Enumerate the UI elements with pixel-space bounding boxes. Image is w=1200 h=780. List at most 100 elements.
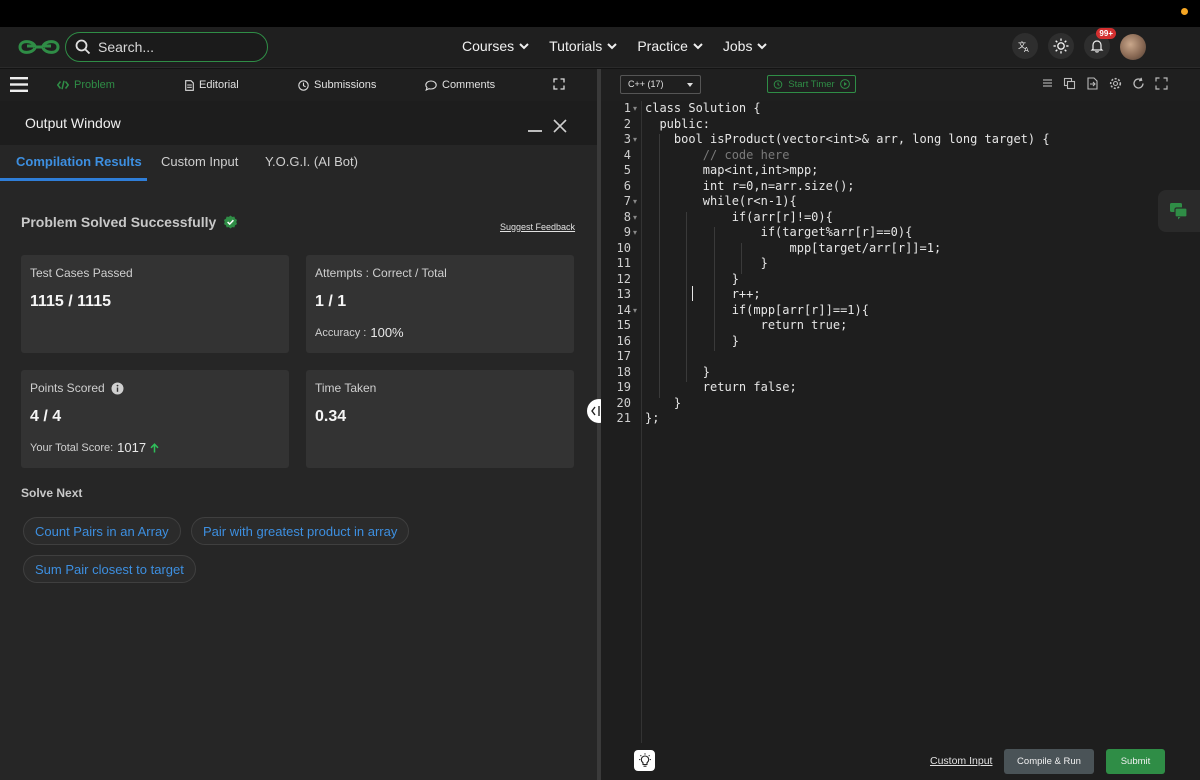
active-tab-indicator (0, 178, 147, 181)
compile-run-button[interactable]: Compile & Run (1004, 749, 1094, 774)
notifications-button[interactable]: 99+ (1084, 28, 1116, 59)
close-icon[interactable] (553, 119, 567, 133)
tab-problem[interactable]: Problem (57, 79, 115, 91)
code-line[interactable]: while(r<n-1){ (645, 194, 797, 208)
translate-button[interactable]: 文 A (1012, 33, 1038, 59)
fullscreen-icon[interactable] (1155, 77, 1168, 90)
code-line[interactable]: class Solution { (645, 101, 761, 115)
line-number: 15 (616, 318, 631, 332)
nav-jobs[interactable]: Jobs (723, 38, 768, 54)
caret-down-icon (687, 83, 693, 87)
points-label-row: Points Scored (30, 381, 124, 395)
user-avatar[interactable] (1120, 34, 1146, 60)
code-line[interactable]: return false; (645, 380, 797, 394)
lightbulb-icon (638, 753, 651, 767)
code-line[interactable]: if(mpp[arr[r]]==1){ (645, 303, 869, 317)
nav-practice[interactable]: Practice (637, 38, 703, 54)
chevron-down-icon (519, 42, 529, 49)
copy-icon[interactable] (1063, 77, 1076, 90)
chevron-down-icon (693, 42, 703, 49)
settings-gear-icon[interactable] (1109, 77, 1122, 90)
accuracy-label: Accuracy : (315, 326, 367, 339)
code-line[interactable]: // code here (645, 148, 790, 162)
bell-icon (1090, 40, 1104, 53)
line-number: 8 (623, 209, 631, 224)
code-icon (57, 80, 69, 90)
site-navbar: Courses Tutorials Practice Jobs 文 A (0, 27, 1200, 68)
start-timer-button[interactable]: Start Timer (767, 75, 856, 93)
clock-icon (298, 79, 309, 91)
code-line[interactable]: mpp[target/arr[r]]=1; (645, 241, 941, 255)
fold-toggle-icon[interactable]: ▾ (633, 135, 639, 144)
language-select-value: C++ (17) (628, 79, 664, 89)
solve-next-chip[interactable]: Count Pairs in an Array (23, 517, 181, 545)
fold-toggle-icon[interactable]: ▾ (633, 213, 639, 222)
expand-icon[interactable] (553, 78, 565, 90)
hamburger-menu-icon[interactable] (10, 77, 28, 92)
status-dot (1181, 8, 1188, 15)
nav-courses[interactable]: Courses (462, 38, 529, 54)
tab-compilation-results[interactable]: Compilation Results (16, 154, 142, 169)
search-box[interactable] (65, 32, 268, 62)
points-card: Points Scored 4 / 4 Your Total Score: 10… (21, 370, 289, 468)
problem-toolbar: Problem Editorial Submissions Comments (0, 69, 597, 101)
language-select[interactable]: C++ (17) (620, 75, 701, 94)
line-number: 13 (616, 287, 631, 301)
result-status: Problem Solved Successfully (21, 214, 238, 230)
editor-actions (1040, 77, 1168, 90)
import-file-icon[interactable] (1086, 77, 1099, 90)
code-line[interactable]: } (645, 365, 710, 379)
fold-toggle-icon[interactable]: ▾ (633, 104, 639, 113)
attempts-value: 1 / 1 (315, 293, 347, 310)
info-icon[interactable] (111, 382, 124, 395)
comment-icon (425, 79, 437, 91)
total-score-row: Your Total Score: 1017 (30, 440, 159, 455)
submit-button[interactable]: Submit (1106, 749, 1165, 774)
gfg-logo-icon[interactable] (18, 37, 60, 57)
line-number: 17 (616, 349, 631, 363)
chat-button[interactable] (1158, 190, 1200, 232)
code-line[interactable]: int r=0,n=arr.size(); (645, 179, 855, 193)
tab-custom-input[interactable]: Custom Input (161, 154, 238, 169)
hint-button[interactable] (634, 750, 655, 771)
code-line[interactable]: public: (645, 117, 710, 131)
fold-toggle-icon[interactable]: ▾ (633, 306, 639, 315)
code-line[interactable]: } (645, 396, 681, 410)
fold-toggle-icon[interactable]: ▾ (633, 228, 639, 237)
custom-input-link[interactable]: Custom Input (930, 755, 992, 767)
reset-icon[interactable] (1132, 77, 1145, 90)
line-number: 20 (616, 395, 631, 410)
tab-comments[interactable]: Comments (425, 79, 495, 91)
chevron-down-icon (757, 42, 768, 49)
search-input[interactable] (98, 38, 258, 56)
code-line[interactable]: return true; (645, 318, 848, 332)
code-line[interactable]: map<int,int>mpp; (645, 163, 819, 177)
start-timer-label: Start Timer (788, 78, 835, 90)
tab-submissions[interactable]: Submissions (298, 79, 376, 91)
code-editor[interactable]: 1 ▾ 2 3 ▾ 4 5 6 7 ▾ 8 ▾ 9 ▾ 10 11 12 13 14 ▾ 15 16 17 18 19 20 21 … (601, 101, 1200, 743)
suggest-feedback-link[interactable]: Suggest Feedback (500, 222, 575, 232)
document-icon (185, 79, 194, 91)
solve-next-chip[interactable]: Sum Pair closest to target (23, 555, 196, 583)
theme-toggle-button[interactable] (1048, 33, 1074, 59)
code-line[interactable]: bool isProduct(vector<int>& arr, long lo… (645, 132, 1050, 146)
tab-problem-label: Problem (74, 79, 115, 91)
output-tabs: Compilation Results Custom Input Y.O.G.I… (0, 145, 597, 182)
fold-toggle-icon[interactable]: ▾ (633, 197, 639, 206)
code-line[interactable]: r++; (645, 287, 761, 301)
tab-yogi-ai-bot[interactable]: Y.O.G.I. (AI Bot) (265, 154, 358, 169)
code-line[interactable]: }; (645, 411, 659, 425)
svg-text:A: A (1024, 46, 1029, 53)
code-line[interactable]: if(arr[r]!=0){ (645, 210, 833, 224)
tab-editorial[interactable]: Editorial (185, 79, 239, 91)
code-line[interactable]: } (645, 256, 768, 270)
points-label: Points Scored (30, 381, 105, 395)
minimize-icon[interactable] (528, 130, 542, 132)
nav-tutorials[interactable]: Tutorials (549, 38, 618, 54)
line-number-gutter: 1 ▾ 2 3 ▾ 4 5 6 7 ▾ 8 ▾ 9 ▾ 10 11 12 13 14 ▾ 15 16 17 18 19 20 21 (601, 101, 642, 743)
line-number: 9 (623, 225, 631, 239)
chevron-down-icon (607, 42, 618, 49)
format-code-icon[interactable] (1040, 77, 1053, 90)
solve-next-chip[interactable]: Pair with greatest product in array (191, 517, 410, 545)
text-cursor (692, 286, 693, 301)
